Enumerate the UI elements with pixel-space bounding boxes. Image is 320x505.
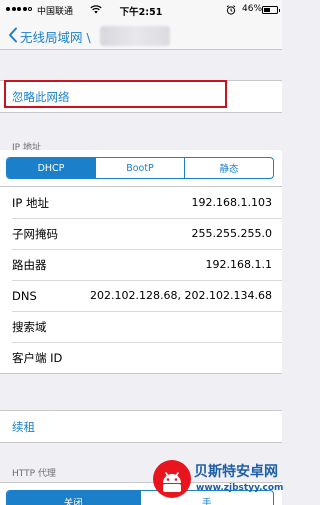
segment-static[interactable]: 静态 xyxy=(184,158,273,178)
blurred-network-name xyxy=(100,26,170,46)
detail-value: 192.168.1.1 xyxy=(205,258,272,271)
http-proxy-section-header: HTTP 代理 xyxy=(12,469,56,479)
detail-label: 子网掩码 xyxy=(12,226,58,241)
battery-fill xyxy=(264,8,270,12)
back-chevron-icon[interactable] xyxy=(8,27,18,43)
ip-mode-segmented-control[interactable]: DHCP BootP 静态 xyxy=(6,157,274,179)
ip-details-group: IP 地址 192.168.1.103 子网掩码 255.255.255.0 路… xyxy=(0,187,282,374)
segment-dhcp[interactable]: DHCP xyxy=(7,158,95,178)
detail-row-ip-address: IP 地址 192.168.1.103 xyxy=(0,187,282,218)
detail-label: 搜索域 xyxy=(12,319,47,334)
detail-value: 255.255.255.0 xyxy=(191,227,272,240)
detail-value[interactable]: 202.102.128.68, 202.102.134.68 xyxy=(90,280,272,311)
battery-percent: 46% xyxy=(242,4,263,14)
detail-value: 192.168.1.103 xyxy=(191,196,272,209)
renew-lease-row[interactable]: 续租 xyxy=(0,411,282,442)
detail-label: DNS xyxy=(12,288,37,303)
android-logo-icon xyxy=(153,460,191,498)
watermark-url: www.zjbstyy.com xyxy=(196,483,284,493)
renew-lease-group: 续租 xyxy=(0,410,282,443)
navigation-bar: 无线局域网 \ xyxy=(0,20,282,50)
detail-row-client-id[interactable]: 客户端 ID xyxy=(0,342,282,373)
detail-row-router: 路由器 192.168.1.1 xyxy=(0,249,282,280)
alarm-clock-icon xyxy=(226,5,236,15)
detail-row-subnet-mask: 子网掩码 255.255.255.0 xyxy=(0,218,282,249)
renew-lease-button[interactable]: 续租 xyxy=(12,419,35,435)
detail-label: IP 地址 xyxy=(12,195,49,210)
watermark-title: 贝斯特安卓网 xyxy=(194,464,278,480)
segment-proxy-off[interactable]: 关闭 xyxy=(7,491,140,505)
clock: 下午2:51 xyxy=(119,7,163,18)
detail-label: 路由器 xyxy=(12,257,47,272)
detail-row-dns[interactable]: DNS 202.102.128.68, 202.102.134.68 xyxy=(0,280,282,311)
detail-label: 客户端 ID xyxy=(12,350,63,365)
annotation-highlight-box xyxy=(4,80,227,108)
battery-icon xyxy=(262,6,280,14)
status-bar: 中国联通 下午2:51 46% xyxy=(0,0,282,20)
back-button[interactable]: 无线局域网 \ xyxy=(20,27,91,46)
site-watermark: 贝斯特安卓网 www.zjbstyy.com xyxy=(152,457,284,503)
segment-bootp[interactable]: BootP xyxy=(95,158,184,178)
detail-row-search-domain[interactable]: 搜索域 xyxy=(0,311,282,342)
